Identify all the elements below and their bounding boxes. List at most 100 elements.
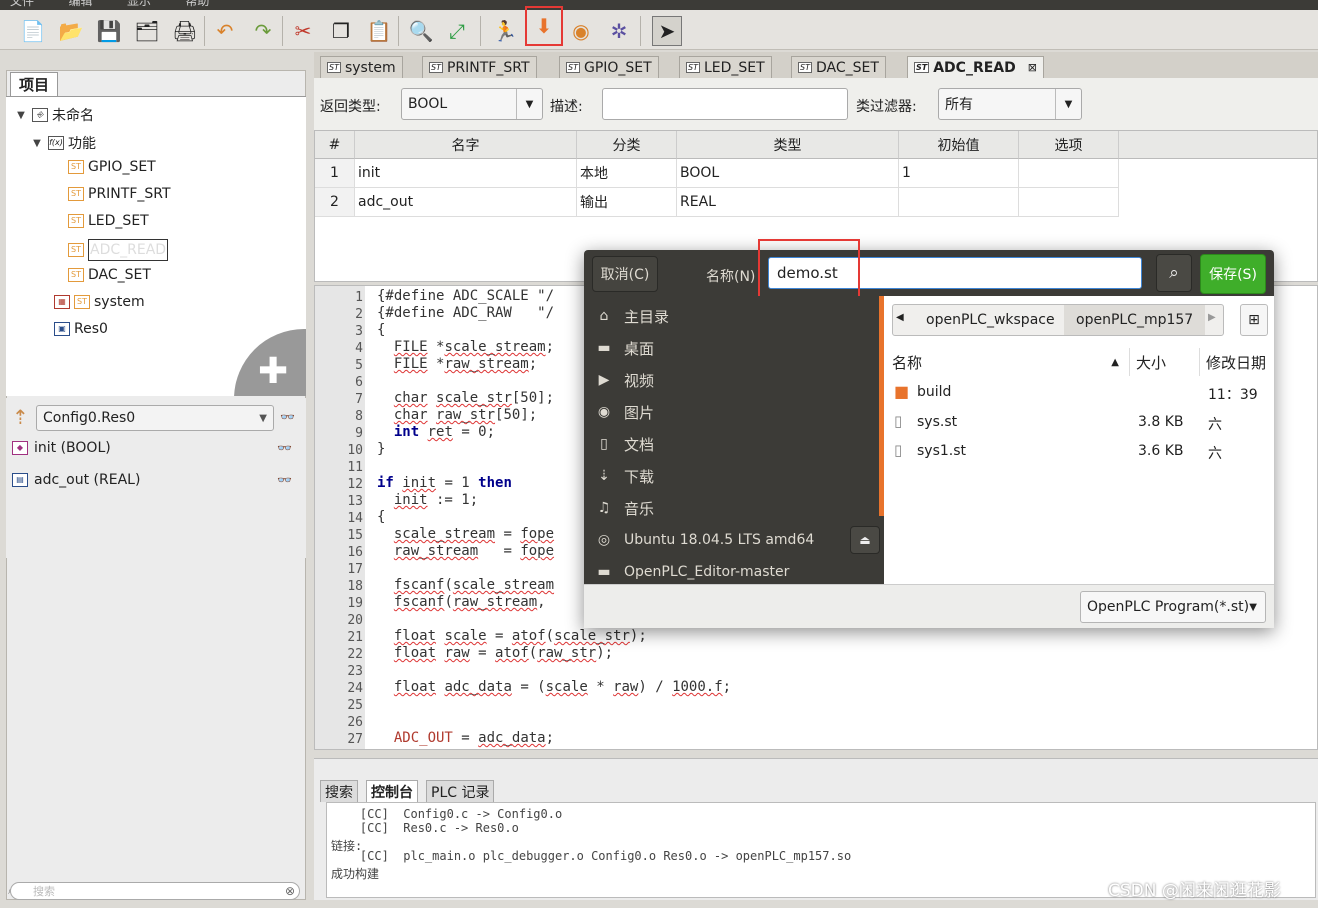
tab-printf-srt[interactable]: STPRINTF_SRT (422, 56, 537, 78)
table-cell[interactable]: 本地 (577, 159, 677, 188)
instance-var-adc-out[interactable]: ▤ adc_out (REAL) 👓 (12, 472, 302, 488)
tab-project[interactable]: 项目 (10, 72, 58, 96)
glasses-icon[interactable]: 👓 (277, 473, 292, 487)
column-header[interactable]: 类型 (677, 131, 899, 159)
tree-root[interactable]: ▼ ⎆ 未命名 (14, 105, 94, 125)
table-cell[interactable]: BOOL (677, 159, 899, 188)
find-icon[interactable]: 🔍 (406, 16, 436, 46)
pointer-icon[interactable]: ➤ (652, 16, 682, 46)
table-cell[interactable]: adc_out (355, 188, 577, 217)
search-button[interactable]: ⌕ (1156, 254, 1192, 292)
return-type-select[interactable]: BOOL ▼ (401, 88, 543, 120)
file-row[interactable]: ▯ sys.st 3.8 KB 六 (886, 408, 1274, 436)
save-button[interactable]: 保存(S) (1200, 254, 1266, 294)
close-icon[interactable]: ⊠ (1028, 61, 1037, 74)
tab-adc-read[interactable]: STADC_READ⊠ (907, 56, 1044, 78)
table-cell[interactable]: init (355, 159, 577, 188)
tab-system[interactable]: STsystem (320, 56, 403, 78)
tab-gpio-set[interactable]: STGPIO_SET (559, 56, 659, 78)
class-filter-select[interactable]: 所有 ▼ (938, 88, 1082, 120)
tree-item-system[interactable]: ▦ ST system (54, 294, 145, 310)
tree-item-led-set[interactable]: ST LED_SET (68, 213, 149, 229)
tab-search[interactable]: 搜索 (320, 780, 358, 802)
place-documents[interactable]: ▯文档 (584, 429, 874, 459)
tab-dac-set[interactable]: STDAC_SET (791, 56, 886, 78)
column-header[interactable]: # (315, 131, 355, 159)
clear-icon[interactable]: ⊗ (285, 884, 295, 898)
file-row[interactable]: ■ build 11：39 (886, 378, 1274, 406)
table-cell[interactable] (1019, 159, 1119, 188)
place-openplc-editor[interactable]: ▬OpenPLC_Editor-master (584, 557, 874, 584)
place-ubuntu-disc[interactable]: ◎Ubuntu 18.04.5 LTS amd64 (584, 525, 874, 555)
breadcrumb-mp157[interactable]: openPLC_mp157 (1064, 305, 1205, 335)
column-header[interactable]: 分类 (577, 131, 677, 159)
column-header[interactable]: 初始值 (899, 131, 1019, 159)
tab-console[interactable]: 控制台 (366, 780, 418, 802)
description-input[interactable] (602, 88, 848, 120)
glasses-icon[interactable]: 👓 (280, 410, 295, 424)
file-row[interactable]: ▯ sys1.st 3.6 KB 六 (886, 437, 1274, 465)
tab-led-set[interactable]: STLED_SET (679, 56, 772, 78)
tree-folder-functions[interactable]: ▼ f(x) 功能 (30, 133, 96, 153)
zoom-fit-icon[interactable]: ⤢ (442, 16, 472, 46)
table-cell[interactable]: 输出 (577, 188, 677, 217)
menu-edit[interactable]: 编辑 (68, 0, 92, 8)
print-icon[interactable]: 🖨 (170, 16, 200, 46)
config-select[interactable]: Config0.Res0 ▼ (36, 405, 274, 431)
new-folder-button[interactable]: ⊞ (1240, 304, 1268, 336)
tree-item-dac-set[interactable]: ST DAC_SET (68, 267, 151, 283)
place-music[interactable]: ♫音乐 (584, 493, 874, 523)
chevron-left-icon[interactable]: ◀ (896, 312, 904, 323)
menu-view[interactable]: 显示 (127, 0, 151, 8)
scroll-indicator[interactable] (879, 296, 884, 516)
save-as-icon[interactable]: 🗂 (132, 16, 162, 46)
redo-icon[interactable]: ↷ (248, 16, 278, 46)
column-header-size[interactable]: 大小 (1130, 348, 1200, 376)
menu-file[interactable]: 文件 (10, 0, 34, 8)
paste-icon[interactable]: 📋 (364, 16, 394, 46)
column-header[interactable]: 选项 (1019, 131, 1119, 159)
tree-item-adc-read[interactable]: ST ADC_READ (68, 239, 168, 261)
copy-icon[interactable]: ❐ (326, 16, 356, 46)
highlight-box (758, 239, 860, 302)
file-type-filter[interactable]: OpenPLC Program(*.st) ▼ (1080, 591, 1266, 623)
tree-item-res0[interactable]: ▣ Res0 (54, 321, 108, 337)
caret-down-icon[interactable]: ▼ (14, 110, 28, 121)
new-icon[interactable]: 📄 (18, 16, 48, 46)
cut-icon[interactable]: ✂ (288, 16, 318, 46)
table-cell[interactable] (1019, 188, 1119, 217)
column-header-modified[interactable]: 修改日期 (1200, 348, 1274, 376)
instance-var-init[interactable]: ◆ init (BOOL) 👓 (12, 440, 302, 456)
debug-icon[interactable]: ✲ (604, 16, 634, 46)
line-number: 7 (315, 392, 363, 407)
place-downloads[interactable]: ⇣下载 (584, 461, 874, 491)
place-videos[interactable]: ▶视频 (584, 365, 874, 395)
stop-icon[interactable]: ◉ (566, 16, 596, 46)
open-icon[interactable]: 📂 (56, 16, 86, 46)
chevron-right-icon[interactable]: ▶ (1208, 312, 1216, 323)
undo-icon[interactable]: ↶ (210, 16, 240, 46)
table-cell[interactable]: 1 (899, 159, 1019, 188)
search-input[interactable]: 搜索 (10, 882, 300, 900)
table-cell[interactable]: REAL (677, 188, 899, 217)
place-home[interactable]: ⌂主目录 (584, 301, 874, 331)
tree-item-printf-srt[interactable]: ST PRINTF_SRT (68, 186, 171, 202)
table-cell[interactable] (899, 188, 1019, 217)
caret-down-icon[interactable]: ▼ (30, 138, 44, 149)
place-desktop[interactable]: ▬桌面 (584, 333, 874, 363)
add-button[interactable]: ✚ (234, 329, 306, 396)
run-icon[interactable]: 🏃 (490, 16, 520, 46)
cancel-button[interactable]: 取消(C) (592, 256, 658, 292)
tree-item-gpio-set[interactable]: ST GPIO_SET (68, 159, 156, 175)
tab-plc-log[interactable]: PLC 记录 (426, 780, 494, 802)
column-header-name[interactable]: 名称▲ (886, 348, 1130, 376)
save-icon[interactable]: 💾 (94, 16, 124, 46)
breadcrumb-wkspace[interactable]: openPLC_wkspace (914, 305, 1067, 335)
place-pictures[interactable]: ◉图片 (584, 397, 874, 427)
eject-button[interactable]: ⏏ (850, 526, 880, 554)
download-icon[interactable]: ⬇ (527, 8, 561, 44)
st-file-icon: ST (68, 268, 84, 282)
menu-help[interactable]: 帮助 (185, 0, 209, 8)
glasses-icon[interactable]: 👓 (277, 441, 292, 455)
column-header[interactable]: 名字 (355, 131, 577, 159)
